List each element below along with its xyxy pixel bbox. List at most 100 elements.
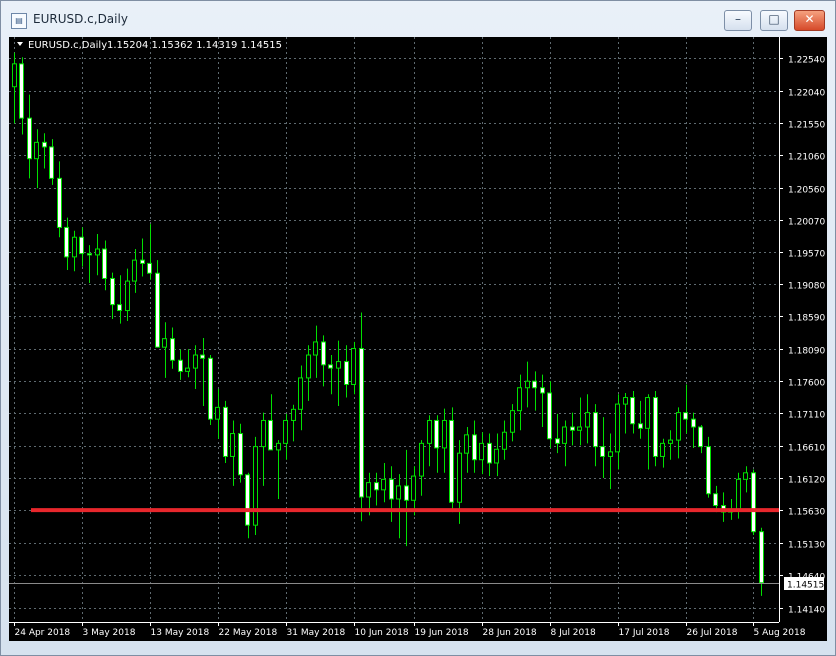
candle-body-bear xyxy=(472,434,477,461)
candle-body-bear xyxy=(751,472,756,533)
candle-body-bull xyxy=(660,442,665,457)
candle-body-bear xyxy=(759,531,764,584)
candle-body-bull xyxy=(502,431,507,450)
candle-body-bear xyxy=(638,423,643,429)
candle-body-bear xyxy=(208,357,213,420)
candle-body-bear xyxy=(434,419,439,449)
candle-body-bear xyxy=(49,146,54,179)
candle-body-bull xyxy=(457,452,462,503)
price-tick-label: 1.14140 xyxy=(788,606,825,616)
time-tick-label: 22 May 2018 xyxy=(219,628,278,638)
candle-body-bear xyxy=(79,236,84,255)
candle xyxy=(208,355,213,426)
candle-body-bear xyxy=(64,226,69,258)
maximize-button[interactable]: □ xyxy=(760,10,788,31)
candle-body-bull xyxy=(185,367,190,372)
candle-body-bull xyxy=(396,485,401,500)
current-price-label: 1.14515 xyxy=(787,581,824,591)
candle-body-bear xyxy=(389,478,394,500)
candle-body-bear xyxy=(27,117,32,160)
time-tick-label: 8 Jul 2018 xyxy=(551,628,596,638)
candle-body-bear xyxy=(245,474,250,526)
price-tick-label: 1.18090 xyxy=(788,347,825,357)
candle-body-bull xyxy=(479,442,484,461)
candle-body-bull xyxy=(366,482,371,498)
candle-body-bear xyxy=(600,446,605,457)
candle-body-bull xyxy=(427,419,432,444)
candle-body-bear xyxy=(200,354,205,359)
candle-body-bear xyxy=(147,262,152,274)
candle-body-bull xyxy=(336,361,341,369)
title-bar[interactable]: ▤ EURUSD.c,Daily – □ ✕ xyxy=(1,1,835,37)
candle-body-bear xyxy=(713,493,718,507)
candle-body-bear xyxy=(532,380,537,389)
chart-symbol-label: EURUSD.c,Daily xyxy=(28,40,107,51)
candle-body-bear xyxy=(547,392,552,440)
candle-body-bear xyxy=(540,387,545,394)
price-tick-label: 1.19080 xyxy=(788,282,825,292)
candle-body-bull xyxy=(464,434,469,454)
candle-body-bull xyxy=(510,410,515,433)
price-tick-label: 1.18590 xyxy=(788,314,825,324)
candle-body-bear xyxy=(321,341,326,366)
candle-body-bear xyxy=(630,397,635,425)
candle-body-bull xyxy=(162,338,167,348)
candle-body-bear xyxy=(404,485,409,501)
candle-body-bear xyxy=(449,419,454,503)
candle-body-bear xyxy=(102,248,107,279)
candle-body-bear xyxy=(555,438,560,444)
candle-body-bull xyxy=(381,478,386,491)
candle-body-bear xyxy=(691,418,696,428)
candle-body-bull xyxy=(95,248,100,256)
candle xyxy=(751,469,756,535)
candle-body-bull xyxy=(193,354,198,369)
price-tick-label: 1.15130 xyxy=(788,541,825,551)
price-tick-label: 1.16610 xyxy=(788,444,825,454)
time-tick-label: 17 Jul 2018 xyxy=(619,628,670,638)
candle-body-bull xyxy=(517,387,522,412)
candle-body-bear xyxy=(653,397,658,457)
candle-body-bull xyxy=(743,472,748,480)
candle-body-bear xyxy=(57,177,62,228)
chart-window: ▤ EURUSD.c,Daily – □ ✕ 1.22540 1.22040 1.2… xyxy=(0,0,836,656)
close-button[interactable]: ✕ xyxy=(794,10,825,31)
candle xyxy=(653,391,658,467)
time-tick-label: 26 Jul 2018 xyxy=(687,628,738,638)
chart-ohlc-values: 1.15204 1.15362 1.14319 1.14515 xyxy=(107,40,282,51)
candle-body-bull xyxy=(291,408,296,421)
candle-body-bear xyxy=(328,364,333,369)
chart-header: EURUSD.c,Daily 1.15204 1.15362 1.14319 1… xyxy=(17,40,282,51)
candlestick-chart-svg[interactable]: 1.22540 1.22040 1.21550 1.21060 1.20560 1.200… xyxy=(9,37,827,641)
candle-body-bull xyxy=(215,406,220,420)
candle-body-bear xyxy=(487,442,492,464)
minimize-button[interactable]: – xyxy=(724,10,752,31)
candle-body-bull xyxy=(668,439,673,444)
price-tick-label: 1.19570 xyxy=(788,250,825,260)
candle-body-bear xyxy=(178,359,183,372)
price-tick-label: 1.17600 xyxy=(788,379,825,389)
candle-body-bull xyxy=(525,380,530,389)
candle xyxy=(253,436,258,535)
chart-area[interactable]: 1.22540 1.22040 1.21550 1.21060 1.20560 1.200… xyxy=(9,37,827,641)
time-tick-label: 28 Jun 2018 xyxy=(483,628,537,638)
candle-body-bull xyxy=(72,236,77,258)
time-tick-label: 10 Jun 2018 xyxy=(355,628,409,638)
candle-body-bear xyxy=(593,412,598,448)
candle-body-bear xyxy=(238,433,243,476)
price-tick-label: 1.20560 xyxy=(788,186,825,196)
time-tick-label: 13 May 2018 xyxy=(151,628,210,638)
time-tick-label: 19 Jun 2018 xyxy=(415,628,469,638)
candle-body-bear xyxy=(374,482,379,491)
candle xyxy=(223,400,228,463)
candle-body-bear xyxy=(140,259,145,264)
candle-body-bull xyxy=(577,426,582,431)
candle-body-bear xyxy=(87,253,92,256)
candle-body-bear xyxy=(570,426,575,431)
candle-body-bear xyxy=(110,277,115,306)
candle-body-bear xyxy=(268,419,273,451)
candle-body-bull xyxy=(306,354,311,379)
window-title: EURUSD.c,Daily xyxy=(33,12,128,26)
price-tick-label: 1.20070 xyxy=(788,218,825,228)
candle-body-bull xyxy=(253,446,258,526)
time-tick-label: 3 May 2018 xyxy=(83,628,136,638)
